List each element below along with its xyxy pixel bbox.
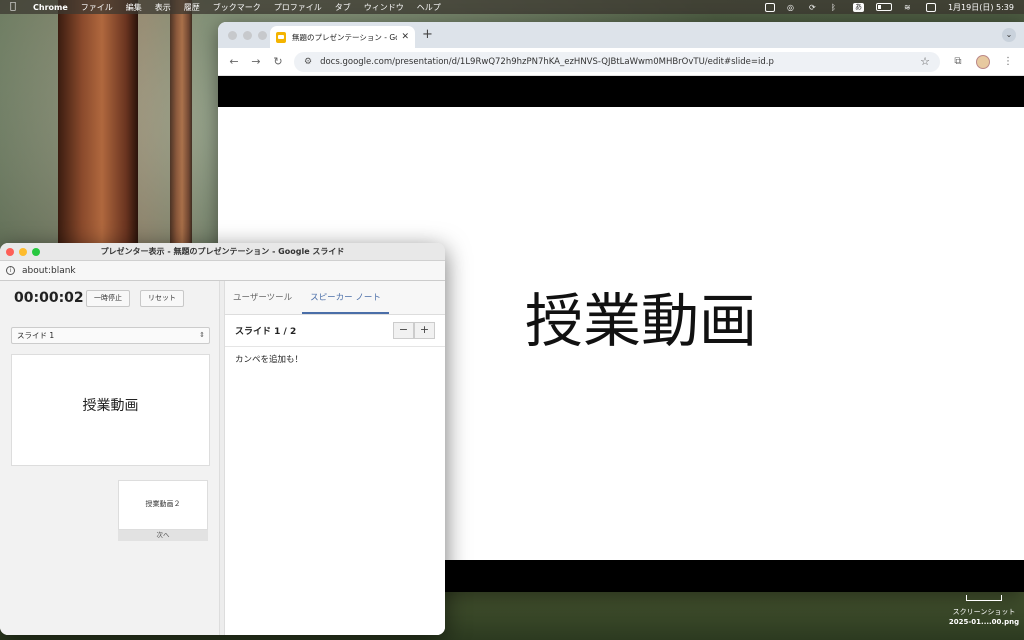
increase-font-button[interactable]: + <box>414 322 435 339</box>
current-slide-thumbnail[interactable]: 授業動画 <box>11 354 210 466</box>
desktop-file[interactable]: スクリーンショット 2025-01....00.png <box>944 595 1024 627</box>
url-text[interactable]: docs.google.com/presentation/d/1L9RwQ72h… <box>320 57 920 67</box>
google-slides-icon <box>276 31 286 43</box>
menu-help[interactable]: ヘルプ <box>417 2 441 13</box>
reload-icon[interactable]: ↻ <box>270 55 286 68</box>
battery-icon[interactable] <box>875 3 892 11</box>
info-icon[interactable]: i <box>6 266 15 275</box>
bookmark-star-icon[interactable]: ☆ <box>920 55 930 68</box>
speaker-notes[interactable]: カンペを追加も！ <box>225 347 445 371</box>
tab-close-icon[interactable]: ✕ <box>401 32 409 42</box>
menu-bookmarks[interactable]: ブックマーク <box>213 2 261 13</box>
window-controls <box>6 248 40 256</box>
focus-icon[interactable]: ◎ <box>787 3 797 12</box>
forward-icon[interactable]: → <box>248 55 264 68</box>
upload-status-icon[interactable] <box>764 2 775 12</box>
presenter-address-bar: i about:blank <box>0 261 445 281</box>
app-menu[interactable]: Chrome <box>33 3 68 12</box>
slide-counter: スライド 1 / 2 <box>235 327 297 337</box>
profile-avatar[interactable] <box>976 54 990 69</box>
tab-speaker-notes[interactable]: スピーカー ノート <box>302 280 389 314</box>
presenter-right-panel: ユーザーツール スピーカー ノート スライド 1 / 2 − + カンペを追加も… <box>225 281 445 635</box>
tab-search-icon[interactable]: ⌄ <box>1002 28 1016 42</box>
select-arrows-icon: ⇕ <box>199 331 205 339</box>
browser-toolbar: ← → ↻ ⚙ docs.google.com/presentation/d/1… <box>218 48 1024 76</box>
control-center-icon[interactable] <box>925 2 936 12</box>
browser-tab[interactable]: 無題のプレゼンテーション - Goo ✕ <box>270 26 415 48</box>
close-button[interactable] <box>228 31 237 40</box>
wifi-icon[interactable]: ≋ <box>904 3 914 12</box>
menu-tab[interactable]: タブ <box>335 2 351 13</box>
new-tab-button[interactable]: + <box>422 27 433 42</box>
menu-view[interactable]: 表示 <box>155 2 171 13</box>
window-controls <box>228 31 267 40</box>
next-button[interactable]: 次へ <box>118 530 208 541</box>
menu-file[interactable]: ファイル <box>81 2 113 13</box>
tab-user-tools[interactable]: ユーザーツール <box>225 280 300 314</box>
presenter-tabs: ユーザーツール スピーカー ノート <box>225 281 445 315</box>
menu-history[interactable]: 履歴 <box>184 2 200 13</box>
bluetooth-icon[interactable]: ᛒ <box>831 3 841 12</box>
tab-title: 無題のプレゼンテーション - Goo <box>292 32 398 42</box>
window-title: プレゼンター表示 - 無題のプレゼンテーション - Google スライド <box>100 247 345 256</box>
address-bar[interactable]: ⚙ docs.google.com/presentation/d/1L9RwQ7… <box>294 51 940 72</box>
maximize-button[interactable] <box>32 248 40 256</box>
menu-profiles[interactable]: プロファイル <box>274 2 322 13</box>
sync-icon[interactable]: ⟳ <box>809 3 819 12</box>
slide-select-value: スライド 1 <box>17 331 55 340</box>
back-icon[interactable]: ← <box>226 55 242 68</box>
menu-window[interactable]: ウィンドウ <box>364 2 404 13</box>
slide-select[interactable]: スライド 1 ⇕ <box>11 327 210 344</box>
close-button[interactable] <box>6 248 14 256</box>
minimize-button[interactable] <box>243 31 252 40</box>
next-slide-thumbnail[interactable]: 授業動画２ <box>118 480 208 530</box>
menu-edit[interactable]: 編集 <box>126 2 142 13</box>
pause-button[interactable]: 一時停止 <box>86 290 130 307</box>
address-text[interactable]: about:blank <box>22 266 76 276</box>
more-menu-icon[interactable]: ⋮ <box>1000 56 1016 67</box>
notes-header: スライド 1 / 2 − + <box>225 315 445 347</box>
current-slide-text: 授業動画 <box>82 398 139 414</box>
tab-strip: 無題のプレゼンテーション - Goo ✕ + ⌄ <box>218 22 1024 48</box>
file-name-detail: 2025-01....00.png <box>948 618 1020 626</box>
menu-clock[interactable]: 1月19日(日) 5:39 <box>948 2 1014 13</box>
elapsed-timer: 00:00:02 <box>14 290 84 306</box>
menu-bar:  Chrome ファイル 編集 表示 履歴 ブックマーク プロファイル タブ … <box>0 0 1024 14</box>
apple-menu-icon[interactable]:  <box>10 2 19 12</box>
minimize-button[interactable] <box>19 248 27 256</box>
next-slide-text: 授業動画２ <box>145 500 181 508</box>
presenter-left-panel: 00:00:02 一時停止 リセット スライド 1 ⇕ 授業動画 授業動画２ 次… <box>0 281 220 635</box>
extension-icon[interactable]: ⧉ <box>950 56 966 67</box>
decrease-font-button[interactable]: − <box>393 322 414 339</box>
file-name: スクリーンショット <box>952 608 1016 616</box>
input-method-icon[interactable]: あ <box>852 2 864 12</box>
maximize-button[interactable] <box>258 31 267 40</box>
presenter-view-window: プレゼンター表示 - 無題のプレゼンテーション - Google スライド i … <box>0 243 445 635</box>
presenter-titlebar: プレゼンター表示 - 無題のプレゼンテーション - Google スライド <box>0 243 445 261</box>
file-thumbnail-icon <box>966 595 1002 601</box>
reset-button[interactable]: リセット <box>140 290 184 307</box>
site-settings-icon[interactable]: ⚙ <box>304 57 312 67</box>
